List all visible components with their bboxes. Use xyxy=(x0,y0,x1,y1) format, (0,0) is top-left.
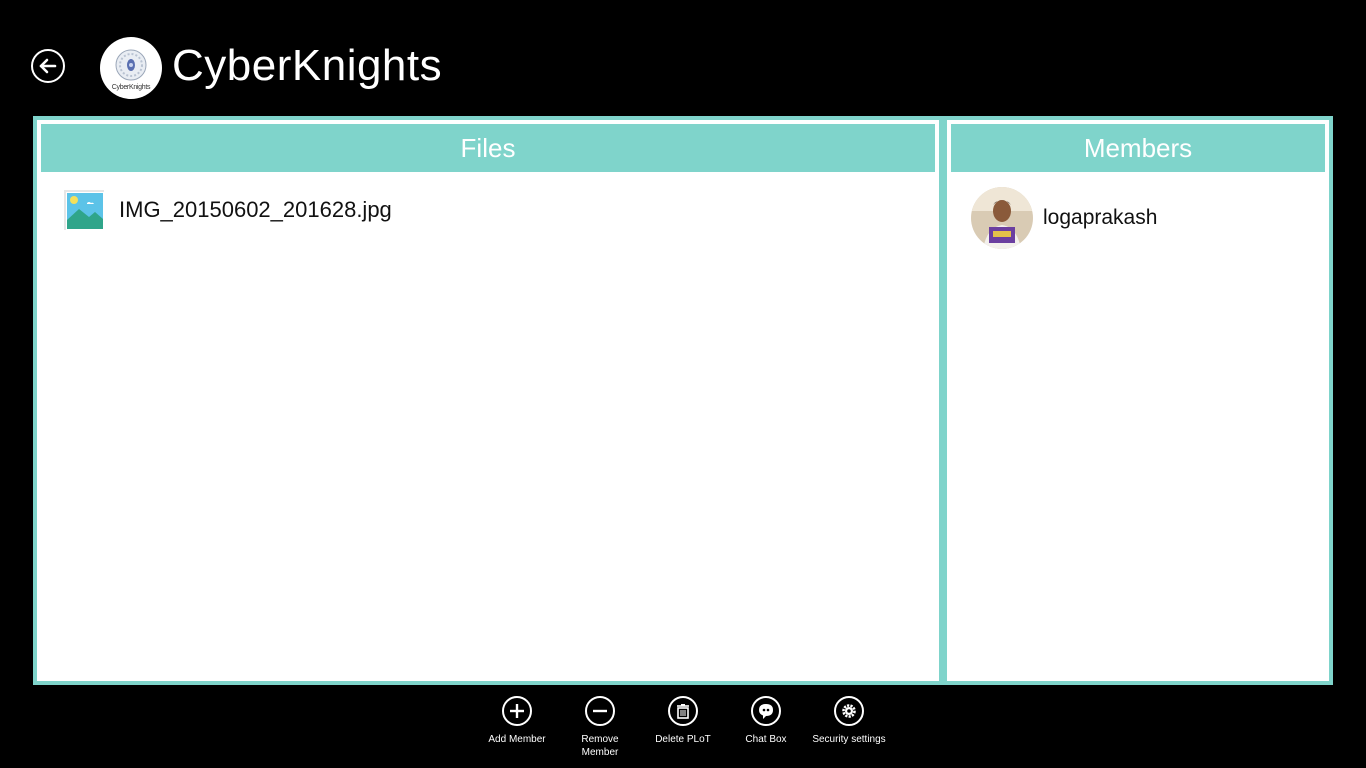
file-list-item[interactable]: IMG_20150602_201628.jpg xyxy=(61,186,392,234)
add-member-button[interactable]: Add Member xyxy=(472,696,562,746)
delete-plot-label: Delete PLoT xyxy=(655,734,711,745)
page-title: CyberKnights xyxy=(172,41,443,90)
content-frame: Files IMG_20150602_201628.jpg Members lo… xyxy=(33,116,1333,685)
delete-plot-button[interactable]: Delete PLoT xyxy=(638,696,728,746)
app-window: CyberKnights CyberKnights Files IMG_2015… xyxy=(0,0,1366,768)
security-settings-label: Security settings xyxy=(812,734,886,745)
members-panel-header: Members xyxy=(951,124,1325,172)
arrow-left-icon xyxy=(39,58,57,74)
security-settings-button[interactable]: Security settings xyxy=(804,696,894,746)
remove-member-label: Remove Member xyxy=(581,734,619,758)
chat-box-button[interactable]: Chat Box xyxy=(721,696,811,746)
members-panel: Members logaprakash xyxy=(947,120,1329,681)
file-name: IMG_20150602_201628.jpg xyxy=(119,197,392,222)
back-button[interactable] xyxy=(31,49,65,83)
add-member-label: Add Member xyxy=(488,734,546,745)
minus-icon xyxy=(585,696,615,726)
chat-icon xyxy=(751,696,781,726)
remove-member-button[interactable]: Remove Member xyxy=(555,696,645,759)
files-panel-header: Files xyxy=(41,124,935,172)
logo-caption: CyberKnights xyxy=(111,84,151,91)
app-bar: Add Member Remove Member Delete PLoT Cha… xyxy=(0,692,1366,768)
files-panel: Files IMG_20150602_201628.jpg xyxy=(37,120,939,681)
group-logo: CyberKnights xyxy=(100,37,162,99)
plus-icon xyxy=(502,696,532,726)
trash-icon xyxy=(668,696,698,726)
member-list-item[interactable]: logaprakash xyxy=(971,186,1157,250)
chat-box-label: Chat Box xyxy=(745,734,787,745)
gear-icon xyxy=(834,696,864,726)
avatar xyxy=(971,187,1033,249)
image-file-icon xyxy=(61,187,107,233)
member-name: logaprakash xyxy=(1043,206,1158,229)
